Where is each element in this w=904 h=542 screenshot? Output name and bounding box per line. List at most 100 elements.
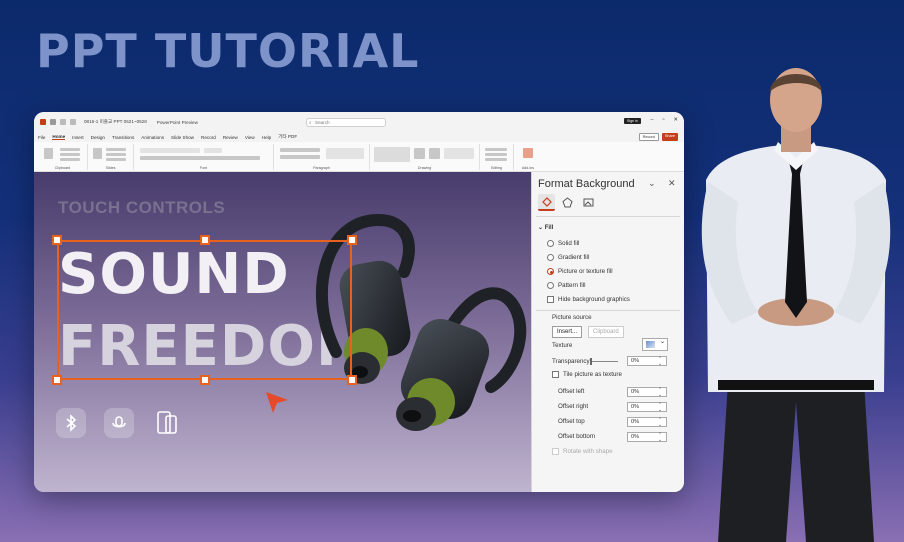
option-gradient-fill[interactable]: Gradient fill	[547, 254, 589, 261]
list-controls[interactable]	[280, 148, 320, 152]
insert-button[interactable]: Insert...	[552, 326, 583, 338]
minimize-icon[interactable]: –	[650, 117, 653, 123]
menu-bar: File Home Insert Design Transitions Anim…	[34, 132, 684, 142]
option-label: Hide background graphics	[558, 296, 630, 303]
ribbon-group-paragraph: Paragraph	[274, 144, 370, 170]
offset-top-input[interactable]: 0%	[627, 417, 667, 427]
slide-canvas[interactable]: TOUCH CONTROLS SOUND FREEDOI	[34, 172, 531, 492]
shapes-gallery[interactable]	[374, 147, 410, 162]
menu-insert[interactable]: Insert	[72, 135, 84, 140]
tile-texture-checkbox[interactable]: Tile picture as texture	[552, 371, 622, 378]
chevron-down-icon: ⌄	[659, 339, 665, 345]
resize-handle-bottom-left[interactable]	[52, 375, 62, 385]
replace-icon[interactable]	[485, 153, 507, 156]
add-ins-icon[interactable]	[523, 148, 533, 158]
transparency-input[interactable]: 0%	[627, 356, 667, 366]
menu-help[interactable]: Help	[262, 135, 271, 140]
undo-icon[interactable]	[60, 119, 66, 125]
chevron-down-icon[interactable]: ⌄	[648, 178, 656, 189]
maximize-icon[interactable]: ▫	[662, 117, 664, 123]
sign-in-button[interactable]: Sign in	[624, 118, 641, 124]
text-selection-box[interactable]	[57, 240, 352, 380]
select-icon[interactable]	[485, 158, 507, 161]
cut-icon[interactable]	[60, 148, 80, 151]
font-family-select[interactable]	[140, 148, 200, 153]
copy-icon[interactable]	[60, 153, 80, 156]
menu-pdf[interactable]: 기타 PDF	[278, 134, 297, 140]
ribbon-group-label: Font	[199, 166, 208, 170]
menu-design[interactable]: Design	[91, 135, 105, 140]
powerpoint-window: 0816-1 미출교 PPT 0521~0528 PowerPoint Prev…	[34, 112, 684, 492]
texture-swatch-icon	[646, 341, 655, 348]
find-icon[interactable]	[485, 148, 507, 151]
resize-handle-bottom-right[interactable]	[347, 375, 357, 385]
transparency-slider[interactable]	[590, 358, 618, 365]
search-input[interactable]: ⌕ Search	[306, 118, 386, 127]
quick-styles-icon[interactable]	[429, 148, 440, 159]
slide-subtitle[interactable]: TOUCH CONTROLS	[58, 198, 225, 218]
reset-icon[interactable]	[106, 153, 126, 156]
offset-right-label: Offset right	[558, 403, 589, 410]
shape-format-controls[interactable]	[444, 148, 474, 159]
option-solid-fill[interactable]: Solid fill	[547, 240, 579, 247]
ribbon: Clipboard Slides Font Paragraph Drawing …	[34, 142, 684, 172]
close-window-icon[interactable]: ✕	[673, 117, 678, 123]
menu-review[interactable]: Review	[223, 135, 238, 140]
voice-icon	[104, 408, 134, 438]
offset-right-input[interactable]: 0%	[627, 402, 667, 412]
ribbon-group-clipboard: Clipboard	[38, 144, 88, 170]
close-pane-icon[interactable]: ✕	[668, 178, 676, 189]
texture-picker[interactable]: ⌄	[642, 338, 668, 351]
arrange-icon[interactable]	[414, 148, 425, 159]
format-background-pane: Format Background ⌄ ✕ ⌄ Fill Solid fill …	[531, 172, 684, 492]
new-slide-icon[interactable]	[93, 148, 102, 159]
offset-bottom-input[interactable]: 0%	[627, 432, 667, 442]
effects-tab-icon[interactable]	[559, 194, 576, 211]
resize-handle-top-middle[interactable]	[200, 235, 210, 245]
record-button[interactable]: Record	[638, 133, 659, 141]
resize-handle-top-left[interactable]	[52, 235, 62, 245]
fill-tab-icon[interactable]	[538, 194, 555, 211]
fill-section-header[interactable]: ⌄ Fill	[538, 224, 553, 231]
align-controls[interactable]	[280, 155, 320, 159]
paste-icon[interactable]	[44, 148, 53, 159]
ribbon-group-label: Editing	[491, 166, 502, 170]
font-format-toolbar[interactable]	[140, 156, 260, 160]
format-painter-icon[interactable]	[60, 158, 80, 161]
phone-icon	[152, 408, 182, 438]
picture-tab-icon[interactable]	[580, 194, 597, 211]
offset-left-input[interactable]: 0%	[627, 387, 667, 397]
option-label: Rotate with shape	[563, 448, 613, 455]
option-label: Picture or texture fill	[558, 268, 613, 275]
fill-heading: Fill	[544, 225, 554, 231]
menu-record[interactable]: Record	[201, 135, 216, 140]
layout-icon[interactable]	[106, 148, 126, 151]
share-button[interactable]: Share	[661, 133, 678, 141]
menu-home[interactable]: Home	[52, 134, 66, 140]
resize-handle-top-right[interactable]	[347, 235, 357, 245]
menu-view[interactable]: View	[245, 135, 255, 140]
section-icon[interactable]	[106, 158, 126, 161]
rotate-with-shape-checkbox[interactable]: Rotate with shape	[552, 448, 613, 455]
option-label: Gradient fill	[558, 254, 590, 261]
menu-transitions[interactable]: Transitions	[112, 135, 134, 140]
chevron-down-icon: ⌄	[538, 225, 545, 231]
app-name: PowerPoint Preview	[156, 119, 198, 125]
slide-icon-row	[56, 408, 182, 438]
menu-slideshow[interactable]: Slide Show	[171, 135, 194, 140]
text-direction-controls[interactable]	[326, 148, 364, 159]
save-icon[interactable]	[50, 119, 56, 125]
redo-icon[interactable]	[70, 119, 76, 125]
option-label: Pattern fill	[558, 282, 586, 289]
menu-animations[interactable]: Animations	[141, 135, 164, 140]
option-picture-fill[interactable]: Picture or texture fill	[547, 268, 613, 275]
page-headline: PPT TUTORIAL	[36, 24, 420, 78]
option-pattern-fill[interactable]: Pattern fill	[547, 282, 586, 289]
offset-top-label: Offset top	[558, 418, 585, 425]
resize-handle-bottom-middle[interactable]	[200, 375, 210, 385]
clipboard-button[interactable]: Clipboard	[588, 326, 624, 338]
ribbon-group-label: Paragraph	[313, 166, 330, 170]
menu-file[interactable]: File	[38, 135, 45, 140]
font-size-select[interactable]	[204, 148, 222, 153]
hide-background-checkbox[interactable]: Hide background graphics	[547, 296, 630, 303]
